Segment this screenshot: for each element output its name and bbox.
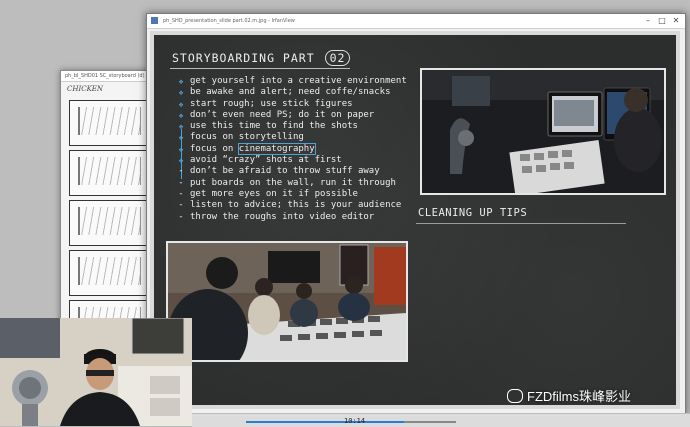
dash-marker: - <box>178 188 184 199</box>
dash-marker: - <box>178 211 184 222</box>
bullet-text: focus on <box>190 143 239 154</box>
bullet-text: put boards on the wall, run it through <box>190 177 396 188</box>
bullet-item: ❖ avoid “crazy” shots at first <box>174 155 407 166</box>
player-timestamp: 10:14 <box>344 417 366 425</box>
twitter-bird-icon: ❖ <box>178 144 184 154</box>
bullet-text: don’t be afraid to throw stuff away <box>190 166 380 177</box>
twitter-bird-icon: ❖ <box>178 110 184 120</box>
twitter-bird-icon: ❖ <box>178 122 184 132</box>
bullet-highlight: cinematography <box>237 142 316 155</box>
webcam-overlay <box>0 318 192 426</box>
bullet-text: start rough; use stick figures <box>190 98 353 109</box>
dash-marker: - <box>178 200 184 211</box>
bullet-text: get more eyes on it if possible <box>190 188 358 199</box>
bullet-item: ❖ don’t even need PS; do it on paper <box>174 110 407 121</box>
maximize-button[interactable]: □ <box>655 14 669 28</box>
bullet-item: ❖ focus on cinematography <box>174 142 407 155</box>
minimize-button[interactable]: – <box>641 14 655 28</box>
window-titlebar[interactable]: ph_SHD_presentation_slide part.02.m.jpg … <box>147 14 685 29</box>
presentation-slide: STORYBOARDING PART 02 ❖ get yourself into… <box>150 31 680 409</box>
close-button[interactable]: ✕ <box>669 14 683 28</box>
dash-marker: - <box>178 177 184 188</box>
title-underline <box>170 68 350 69</box>
player-bar[interactable] <box>192 413 690 427</box>
twitter-bird-icon: ❖ <box>178 77 184 86</box>
window-title: ph_SHD_presentation_slide part.02.m.jpg … <box>163 18 295 24</box>
bullet-item: - get more eyes on it if possible <box>174 189 407 200</box>
slide-title-text: STORYBOARDING PART <box>172 51 315 65</box>
bullet-text: avoid “crazy” shots at first <box>190 155 342 166</box>
bullet-item: ❖ start rough; use stick figures <box>174 99 407 110</box>
section-underline <box>416 223 626 224</box>
slide-title-number: 02 <box>324 50 351 66</box>
bullet-item: ❖ be awake and alert; need coffe/snacks <box>174 87 407 98</box>
studio-photo-image <box>422 70 664 193</box>
bullet-list: ❖ get yourself into a creative environmen… <box>174 76 407 223</box>
twitter-bird-icon: ❖ <box>178 156 184 166</box>
bullet-item: ❖ focus on storytelling <box>174 132 407 143</box>
bullet-item: - throw the roughs into video editor <box>174 212 407 223</box>
watermark-text: FZDfilms珠峰影业 <box>527 389 631 404</box>
webcam-image <box>0 318 192 426</box>
section-heading: CLEANING UP TIPS <box>418 207 528 219</box>
progress-fill <box>246 421 404 423</box>
twitter-bird-icon: ❖ <box>178 88 184 98</box>
bullet-item: - listen to advice; this is your audience <box>174 200 407 211</box>
watermark: FZDfilms珠峰影业 <box>507 386 631 405</box>
bullet-text: get yourself into a creative environment <box>190 76 407 86</box>
bullet-text: listen to advice; this is your audience <box>190 200 402 211</box>
bullet-item: - put boards on the wall, run it through <box>174 178 407 189</box>
bullet-item: - don’t be afraid to throw stuff away <box>174 166 407 177</box>
bullet-text: use this time to find the shots <box>190 121 358 132</box>
slide-title: STORYBOARDING PART 02 <box>172 50 351 66</box>
bullet-item: ❖ get yourself into a creative environmen… <box>174 76 407 87</box>
meeting-photo <box>166 241 408 362</box>
dash-marker: - <box>178 166 184 177</box>
bullet-text: be awake and alert; need coffe/snacks <box>190 87 391 98</box>
bullet-text: focus on storytelling <box>190 132 304 143</box>
bullet-item: ❖ use this time to find the shots <box>174 121 407 132</box>
twitter-bird-icon: ❖ <box>178 133 184 143</box>
wechat-icon <box>507 389 523 403</box>
twitter-bird-icon: ❖ <box>178 99 184 109</box>
meeting-photo-image <box>168 243 406 360</box>
app-icon <box>151 17 158 24</box>
studio-photo <box>420 68 666 195</box>
bullet-text: don’t even need PS; do it on paper <box>190 109 375 120</box>
image-viewer-window[interactable]: ph_SHD_presentation_slide part.02.m.jpg … <box>146 13 686 415</box>
bullet-text: throw the roughs into video editor <box>190 211 375 222</box>
